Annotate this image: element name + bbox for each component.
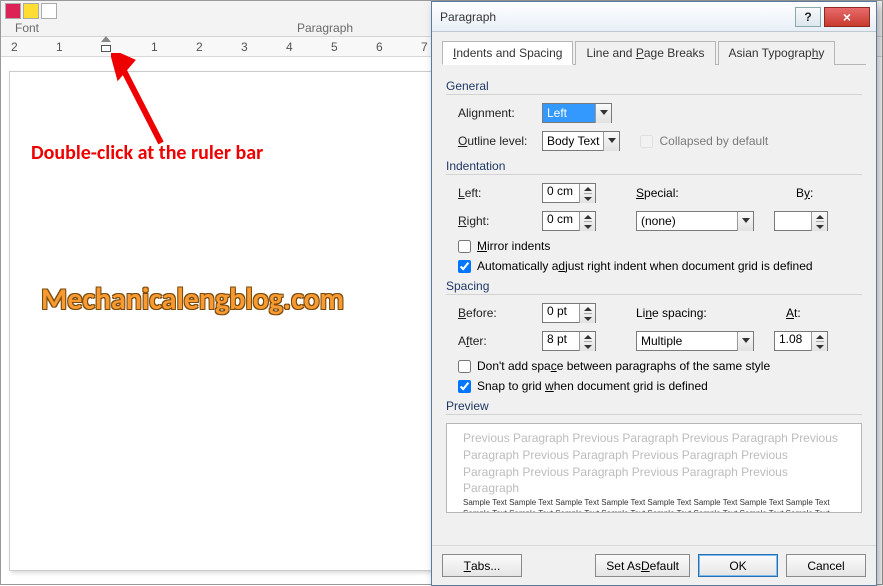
spinner-up-icon[interactable] (816, 212, 824, 222)
spinner-down-icon[interactable] (816, 222, 824, 231)
set-as-default-button[interactable]: Set As Default (595, 554, 690, 577)
close-button[interactable]: × (824, 7, 870, 27)
ok-button[interactable]: OK (698, 554, 778, 577)
chevron-down-icon[interactable] (595, 104, 611, 123)
preview-panel: Previous Paragraph Previous Paragraph Pr… (446, 423, 862, 513)
alignment-combo[interactable]: Left (542, 103, 612, 123)
section-indentation-header: Indentation (446, 159, 862, 175)
after-label: After: (446, 334, 542, 348)
spinner-up-icon[interactable] (584, 212, 592, 222)
annotation-text: Double-click at the ruler bar (31, 141, 263, 165)
spinner-up-icon[interactable] (584, 184, 592, 194)
tab-asian-typography[interactable]: Asian Typography (718, 41, 836, 65)
mirror-indents-checkbox[interactable]: Mirror indents (446, 239, 862, 253)
dont-add-space-checkbox[interactable]: Don't add space between paragraphs of th… (446, 359, 862, 373)
special-combo[interactable]: (none) (636, 211, 754, 231)
highlight-icon[interactable] (5, 3, 21, 19)
spinner-up-icon[interactable] (584, 332, 592, 342)
alignment-label: Alignment: (446, 106, 542, 120)
paragraph-dialog: Paragraph ? × Indents and Spacing Line a… (431, 1, 877, 586)
tab-indents-spacing[interactable]: Indents and Spacing (442, 41, 573, 65)
indent-left-label: Left: (446, 186, 542, 200)
dialog-button-bar: Tabs... Set As Default OK Cancel (432, 545, 876, 585)
outline-level-label: Outline level: (446, 134, 542, 148)
by-spinner[interactable] (774, 211, 828, 231)
section-spacing-header: Spacing (446, 279, 862, 295)
line-spacing-combo[interactable]: Multiple (636, 331, 754, 351)
spinner-down-icon[interactable] (584, 314, 592, 323)
spinner-down-icon[interactable] (584, 342, 592, 351)
dialog-title: Paragraph (438, 10, 496, 24)
by-label: By: (796, 186, 813, 200)
collapsed-checkbox: Collapsed by default (640, 134, 768, 148)
tabs-button[interactable]: Tabs... (442, 554, 522, 577)
help-button[interactable]: ? (795, 7, 821, 27)
chevron-down-icon[interactable] (737, 332, 753, 351)
watermark-text: Mechanicalengblog.com (41, 281, 344, 318)
font-color-tools (5, 3, 57, 19)
chevron-down-icon[interactable] (737, 212, 753, 231)
section-preview-header: Preview (446, 399, 862, 415)
after-spinner[interactable]: 8 pt (542, 331, 596, 351)
indent-left-spinner[interactable]: 0 cm (542, 183, 596, 203)
line-spacing-label: Line spacing: (636, 306, 726, 320)
auto-adjust-checkbox[interactable]: Automatically adjust right indent when d… (446, 259, 862, 273)
indent-right-label: Right: (446, 214, 542, 228)
section-general-header: General (446, 79, 862, 95)
spinner-up-icon[interactable] (816, 332, 824, 342)
chevron-down-icon[interactable] (603, 132, 619, 151)
outline-level-combo[interactable]: Body Text (542, 131, 620, 151)
before-label: Before: (446, 306, 542, 320)
cancel-button[interactable]: Cancel (786, 554, 866, 577)
dialog-titlebar[interactable]: Paragraph ? × (432, 2, 876, 32)
dialog-tabs: Indents and Spacing Line and Page Breaks… (442, 40, 866, 65)
at-label: At: (786, 306, 801, 320)
before-spinner[interactable]: 0 pt (542, 303, 596, 323)
indent-right-spinner[interactable]: 0 cm (542, 211, 596, 231)
highlight2-icon[interactable] (23, 3, 39, 19)
special-label: Special: (636, 186, 726, 200)
indent-marker-icon[interactable] (101, 37, 111, 53)
tab-line-page-breaks[interactable]: Line and Page Breaks (575, 41, 715, 65)
ribbon-group-font-label: Font (15, 21, 39, 35)
snap-to-grid-checkbox[interactable]: Snap to grid when document grid is defin… (446, 379, 862, 393)
fontcolor-icon[interactable] (41, 3, 57, 19)
ribbon-group-paragraph-label: Paragraph (297, 21, 353, 35)
spinner-down-icon[interactable] (816, 342, 824, 351)
at-spinner[interactable]: 1.08 (774, 331, 828, 351)
spinner-down-icon[interactable] (584, 194, 592, 203)
spinner-down-icon[interactable] (584, 222, 592, 231)
spinner-up-icon[interactable] (584, 304, 592, 314)
